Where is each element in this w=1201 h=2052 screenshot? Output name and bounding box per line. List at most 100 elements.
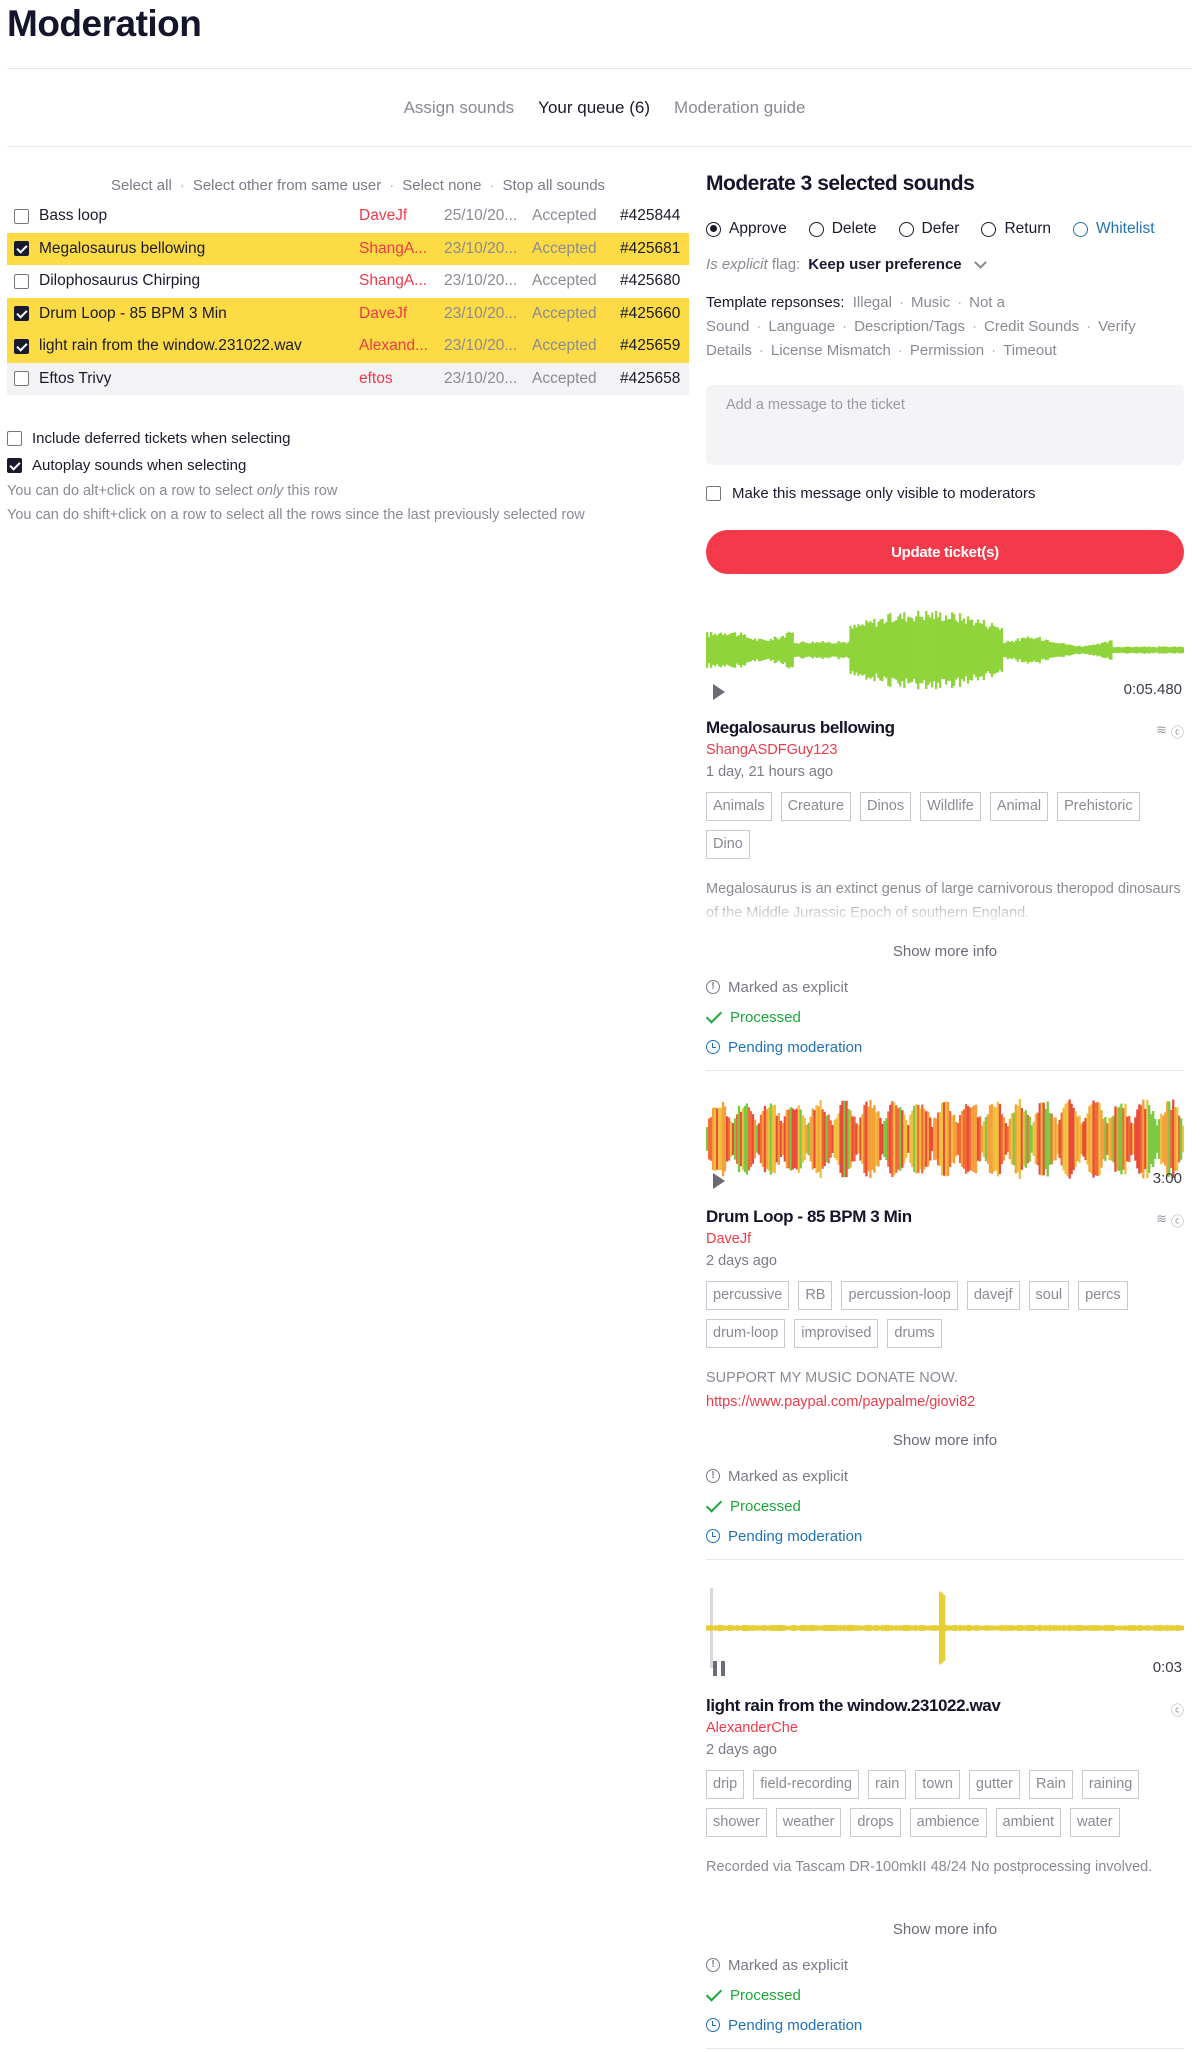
tag[interactable]: percussive [706,1281,790,1310]
approve-radio[interactable]: Approve [706,220,787,238]
table-row[interactable]: Megalosaurus bellowing ShangA... 23/10/20.… [7,232,689,266]
sound-username[interactable]: ShangASDFGuy123 [706,742,1184,758]
tag[interactable]: improvised [794,1319,879,1348]
sound-description: Megalosaurus is an extinct genus of larg… [706,877,1184,925]
tab-your-queue[interactable]: Your queue (6) [538,98,650,118]
tag[interactable]: soul [1028,1281,1070,1310]
table-row[interactable]: Eftos Trivy eftos 23/10/20... Accepted #4256… [7,362,689,396]
sound-username[interactable]: AlexanderChe [706,1720,1184,1736]
template-response-link[interactable]: License Mismatch [771,342,891,359]
tag[interactable]: drops [850,1808,901,1837]
table-row[interactable]: Drum Loop - 85 BPM 3 Min DaveJf 23/10/20..… [7,297,689,331]
tag[interactable]: water [1070,1808,1120,1837]
tag[interactable]: drum-loop [706,1319,786,1348]
tag[interactable]: Wildlife [920,792,981,821]
tag[interactable]: Animals [706,792,772,821]
tag[interactable]: Dinos [860,792,912,821]
sound-user[interactable]: ShangA... [359,233,444,266]
play-icon[interactable] [713,1173,725,1189]
pause-icon[interactable] [713,1661,725,1676]
template-response-link[interactable]: Illegal [853,294,892,311]
select-all-link[interactable]: Select all [111,177,172,194]
ticket-message-input[interactable]: Add a message to the ticket [706,385,1184,465]
mod-only-checkbox[interactable] [706,486,721,501]
tag[interactable]: shower [706,1808,767,1837]
row-checkbox[interactable] [14,338,29,354]
sound-title[interactable]: Drum Loop - 85 BPM 3 Min [706,1207,1184,1227]
tag[interactable]: gutter [968,1770,1020,1799]
ticket-id[interactable]: #425658 [614,363,689,396]
select-same-user-link[interactable]: Select other from same user [193,177,381,194]
show-more-button[interactable]: Show more info [706,1432,1184,1449]
tag[interactable]: ambience [909,1808,987,1837]
tag[interactable]: Creature [780,792,851,821]
template-response-link[interactable]: Description/Tags [854,318,965,335]
row-checkbox[interactable] [14,306,29,322]
stop-all-sounds-link[interactable]: Stop all sounds [502,177,605,194]
tag[interactable]: rain [868,1770,907,1799]
tag[interactable]: percussion-loop [841,1281,958,1310]
tag[interactable]: weather [775,1808,842,1837]
ticket-id[interactable]: #425660 [614,298,689,331]
ticket-id[interactable]: #425659 [614,330,689,363]
explicit-flag-select[interactable]: Keep user preference [808,255,987,273]
row-checkbox[interactable] [14,208,29,224]
autoplay-checkbox[interactable] [7,458,22,473]
template-responses: Template repsonses: Illegal · Music · Not a … [706,294,1136,359]
waveform-player[interactable]: 3:00 [706,1099,1184,1195]
tab-assign-sounds[interactable]: Assign sounds [404,98,515,118]
explicit-status: ! Marked as explicit [706,1461,1184,1491]
template-response-link[interactable]: Permission [910,342,984,359]
tag[interactable]: Prehistoric [1057,792,1140,821]
template-response-link[interactable]: Language [768,318,835,335]
sound-user[interactable]: ShangA... [359,265,444,298]
sound-user[interactable]: DaveJf [359,200,444,233]
description-link[interactable]: https://www.paypal.com/paypalme/giovi82 [706,1394,975,1410]
tag[interactable]: percs [1078,1281,1128,1310]
row-checkbox[interactable] [14,241,29,257]
sound-title[interactable]: light rain from the window.231022.wav [706,1696,1184,1716]
update-tickets-button[interactable]: Update ticket(s) [706,530,1184,574]
tag[interactable]: raining [1081,1770,1140,1799]
row-checkbox[interactable] [14,273,29,289]
select-none-link[interactable]: Select none [402,177,481,194]
return-radio[interactable]: Return [981,220,1051,238]
tag[interactable]: Dino [706,830,750,859]
ticket-id[interactable]: #425844 [614,200,689,233]
tag[interactable]: drip [706,1770,745,1799]
tag[interactable]: Animal [989,792,1049,821]
sound-card: 0:03 light rain from the window.231022.wa… [706,1588,1184,2049]
show-more-button[interactable]: Show more info [706,943,1184,960]
sound-user[interactable]: eftos [359,363,444,396]
template-response-link[interactable]: Credit Sounds [984,318,1079,335]
sound-user[interactable]: Alexand... [359,330,444,363]
tag[interactable]: RB [798,1281,833,1310]
sound-title[interactable]: Megalosaurus bellowing [706,718,1184,738]
show-more-button[interactable]: Show more info [706,1921,1184,1938]
clock-icon [706,2018,720,2032]
waveform-player[interactable]: 0:05.480 [706,610,1184,706]
tag[interactable]: field-recording [753,1770,860,1799]
tag[interactable]: town [915,1770,960,1799]
tag[interactable]: ambient [995,1808,1062,1837]
template-response-link[interactable]: Music [911,294,950,311]
defer-radio[interactable]: Defer [898,220,959,238]
tag[interactable]: drums [887,1319,942,1348]
play-icon[interactable] [713,684,725,700]
tab-moderation-guide[interactable]: Moderation guide [674,98,805,118]
tag[interactable]: davejf [966,1281,1020,1310]
ticket-id[interactable]: #425680 [614,265,689,298]
template-response-link[interactable]: Timeout [1003,342,1057,359]
ticket-id[interactable]: #425681 [614,233,689,266]
table-row[interactable]: Bass loop DaveJf 25/10/20... Accepted #42584… [7,200,689,233]
waveform-player[interactable]: 0:03 [706,1588,1184,1684]
sound-username[interactable]: DaveJf [706,1231,1184,1247]
row-checkbox[interactable] [14,371,29,387]
include-deferred-checkbox[interactable] [7,431,22,446]
delete-radio[interactable]: Delete [808,220,877,238]
sound-user[interactable]: DaveJf [359,298,444,331]
whitelist-radio[interactable]: Whitelist [1072,220,1155,238]
tag[interactable]: Rain [1029,1770,1073,1799]
table-row[interactable]: Dilophosaurus Chirping ShangA... 23/10/20.… [7,265,689,298]
table-row[interactable]: light rain from the window.231022.wav Ale… [7,330,689,363]
